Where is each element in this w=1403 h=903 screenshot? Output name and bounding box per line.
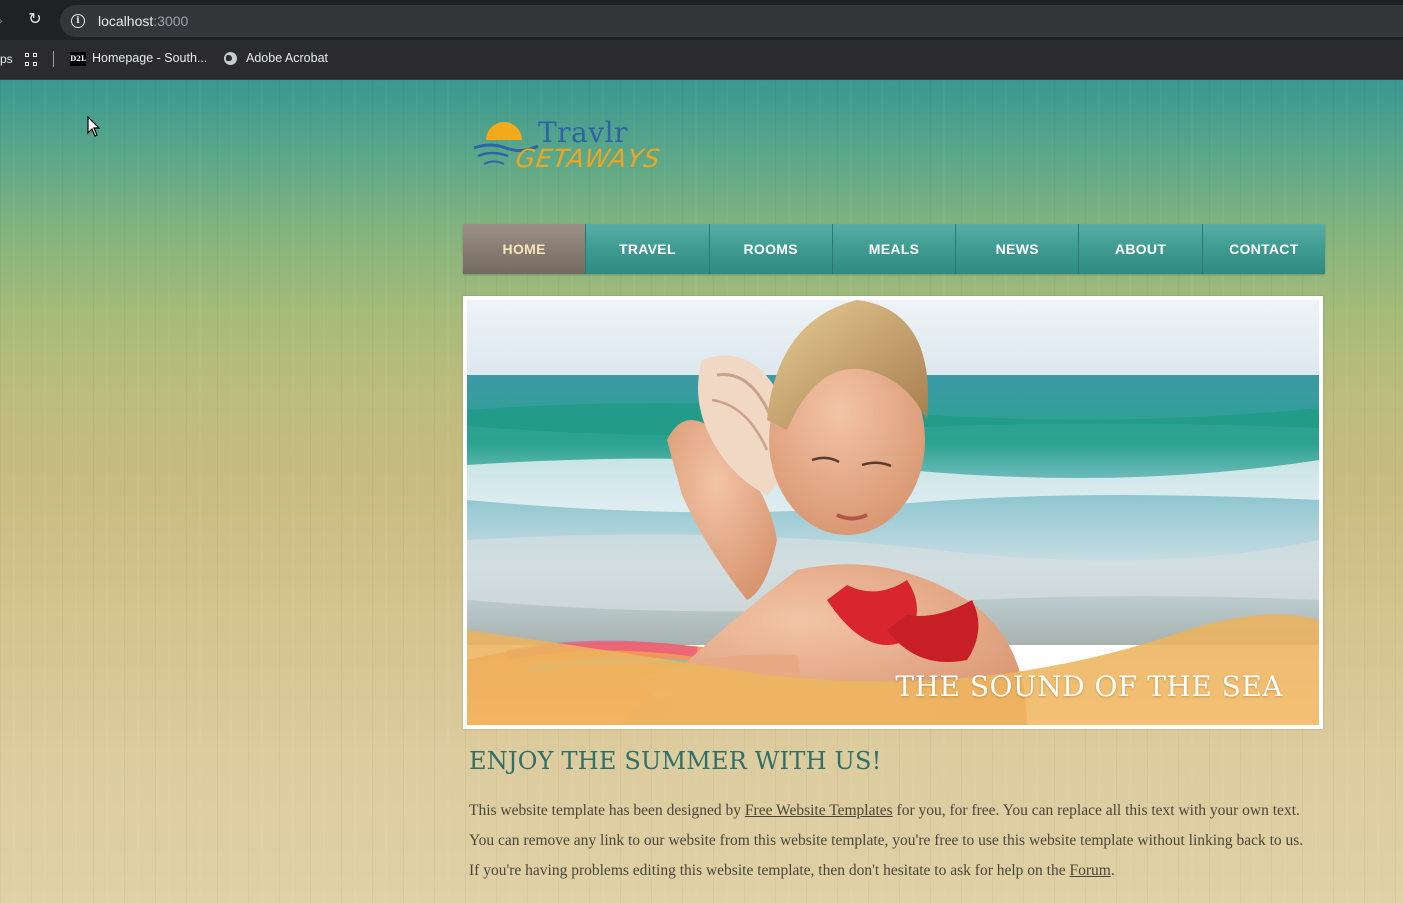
url-text[interactable]: localhost:3000 xyxy=(98,13,188,29)
free-website-templates-link[interactable]: Free Website Templates xyxy=(745,802,893,819)
reload-icon[interactable]: ↻ xyxy=(26,11,44,29)
nav-meals[interactable]: MEALS xyxy=(832,224,957,274)
site-logo[interactable]: Travlr GETAWAYS xyxy=(472,116,663,182)
intro-text-3: . xyxy=(1110,862,1115,879)
bookmark-homepage[interactable]: Homepage - South... xyxy=(92,51,207,65)
nav-contact[interactable]: CONTACT xyxy=(1202,224,1325,274)
forward-icon[interactable]: › xyxy=(0,12,3,28)
page-viewport: Travlr GETAWAYS HOME TRAVEL ROOMS MEALS … xyxy=(0,80,1403,903)
nav-rooms[interactable]: ROOMS xyxy=(709,224,833,274)
mouse-cursor-icon xyxy=(87,116,101,137)
browser-toolbar: › ↻ i localhost:3000 xyxy=(0,0,1403,40)
bookmark-separator xyxy=(53,51,54,67)
nav-home[interactable]: HOME xyxy=(463,224,587,274)
intro-paragraph: This website template has been designed … xyxy=(469,796,1309,886)
bookmarks-bar: ps D2L Homepage - South... Adobe Acrobat xyxy=(0,40,1403,80)
main-navigation: HOME TRAVEL ROOMS MEALS NEWS ABOUT CONTA… xyxy=(463,224,1325,274)
logo-tagline: GETAWAYS xyxy=(513,144,663,173)
globe-icon xyxy=(224,52,237,65)
apps-grid-icon[interactable] xyxy=(25,53,39,67)
bookmark-adobe-acrobat[interactable]: Adobe Acrobat xyxy=(246,51,328,65)
intro-text-1: This website template has been designed … xyxy=(469,802,745,819)
nav-news[interactable]: NEWS xyxy=(956,224,1080,274)
page-heading: ENJOY THE SUMMER WITH US! xyxy=(469,747,882,775)
hero-caption: THE SOUND OF THE SEA xyxy=(895,670,1283,703)
address-bar[interactable]: i localhost:3000 xyxy=(60,5,1403,37)
forum-link[interactable]: Forum xyxy=(1069,862,1110,879)
nav-about[interactable]: ABOUT xyxy=(1079,224,1203,274)
site-info-icon[interactable]: i xyxy=(71,14,85,28)
nav-travel[interactable]: TRAVEL xyxy=(586,224,710,274)
d2l-icon: D2L xyxy=(70,52,86,66)
bookmark-fragment[interactable]: ps xyxy=(0,52,13,66)
hero-image xyxy=(467,300,1319,725)
hero-banner: THE SOUND OF THE SEA xyxy=(463,296,1323,729)
